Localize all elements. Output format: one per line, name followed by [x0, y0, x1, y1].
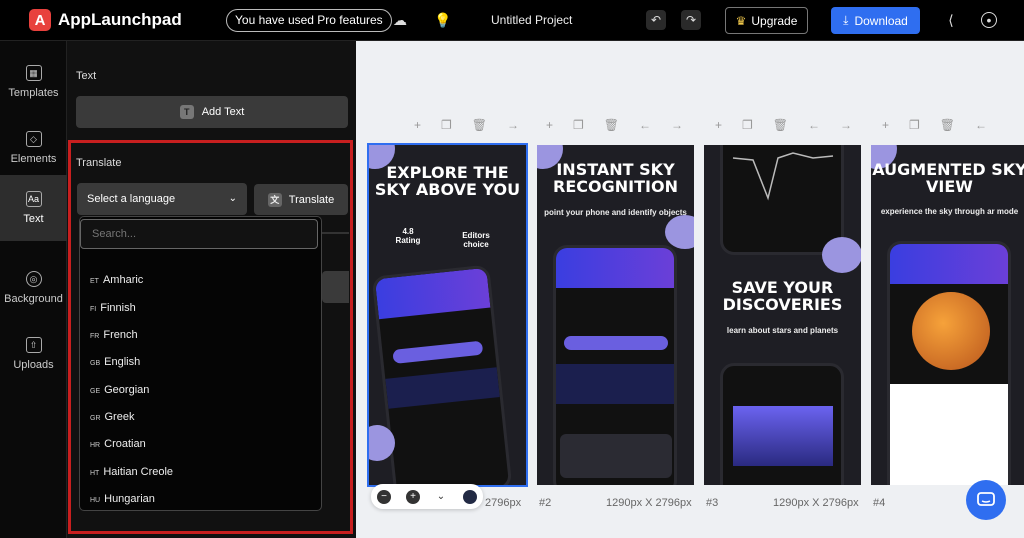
screen-card-4[interactable]: AUGMENTED SKY VIEW experience the sky th…	[871, 145, 1024, 485]
sidebar-item-label: Background	[4, 293, 63, 305]
copy-icon[interactable]: ❐	[742, 118, 753, 132]
screen-subline: experience the sky through ar mode	[880, 207, 1019, 216]
rating-label: Rating	[395, 236, 421, 245]
zoom-in-icon[interactable]: +	[406, 490, 420, 504]
top-bar: A AppLaunchpad You have used Pro feature…	[0, 0, 1024, 41]
lightbulb-icon[interactable]: 💡	[434, 12, 451, 28]
screen-toolbar: + ❐ 🗑 ← →	[546, 118, 683, 132]
trash-icon[interactable]: 🗑	[472, 118, 487, 132]
cloud-sync-icon[interactable]: ☁	[392, 12, 408, 28]
zoom-out-icon[interactable]: −	[377, 490, 391, 504]
sidebar-item-background[interactable]: ◎ Background	[0, 255, 67, 321]
sidebar-item-uploads[interactable]: ⇧ Uploads	[0, 321, 67, 387]
wind-chart-graphic	[732, 152, 834, 201]
phone-mockup	[720, 145, 844, 255]
editors-choice-badge: Editors choice	[462, 231, 490, 249]
decor-blob	[822, 237, 861, 273]
screen-headline: EXPLORE THE SKY ABOVE YOU	[374, 163, 521, 199]
pro-features-badge[interactable]: You have used Pro features	[226, 9, 392, 32]
sidebar-item-label: Elements	[10, 153, 57, 165]
chat-support-button[interactable]	[966, 480, 1006, 520]
arrow-right-icon[interactable]: →	[840, 118, 852, 132]
color-swatch[interactable]	[463, 490, 477, 504]
sidebar-item-templates[interactable]: ▦ Templates	[0, 49, 67, 115]
crown-icon: ♛	[735, 13, 747, 28]
sidebar: ▦ Templates ◇ Elements Aa Text ◎ Backgro…	[0, 41, 67, 538]
add-icon[interactable]: +	[882, 118, 889, 132]
chat-icon	[977, 492, 995, 506]
sidebar-item-elements[interactable]: ◇ Elements	[0, 115, 67, 181]
trash-icon[interactable]: 🗑	[604, 118, 619, 132]
sidebar-item-label: Text	[23, 213, 44, 225]
palette-icon: ◎	[25, 271, 42, 287]
screen-subline: point your phone and identify objects	[544, 208, 687, 217]
undo-icon: ↶	[650, 13, 662, 27]
screen-size-label: 1290px X 2796px	[606, 497, 692, 509]
sidebar-item-label: Uploads	[13, 359, 54, 371]
highlight-frame	[68, 140, 353, 534]
screen-toolbar: + ❐ 🗑 ←	[882, 118, 987, 132]
add-text-button[interactable]: T Add Text	[76, 96, 348, 128]
screen-card-3[interactable]: SAVE YOUR DISCOVERIES learn about stars …	[704, 145, 861, 485]
upload-icon: ⇧	[25, 337, 42, 353]
arrow-left-icon[interactable]: ←	[808, 118, 820, 132]
copy-icon[interactable]: ❐	[573, 118, 584, 132]
arrow-left-icon[interactable]: ←	[639, 118, 651, 132]
screen-headline: INSTANT SKY RECOGNITION	[553, 160, 678, 196]
text-section-heading: Text	[76, 70, 97, 82]
arrow-right-icon[interactable]: →	[507, 118, 519, 132]
phone-mockup	[371, 264, 513, 485]
rating-badge: 4.8 Rating	[385, 227, 431, 245]
user-account-icon[interactable]: •	[981, 12, 997, 28]
app-name: AppLaunchpad	[58, 10, 182, 29]
upgrade-button[interactable]: ♛ Upgrade	[725, 7, 808, 34]
sidebar-item-text[interactable]: Aa Text	[0, 175, 67, 241]
chevrons-down-icon[interactable]: ⌄	[434, 490, 448, 504]
trash-icon[interactable]: 🗑	[940, 118, 955, 132]
upgrade-label: Upgrade	[751, 13, 798, 28]
add-icon[interactable]: +	[715, 118, 722, 132]
screen-headline: AUGMENTED SKY VIEW	[872, 160, 1024, 196]
download-button[interactable]: ⤓ Download	[831, 7, 920, 34]
text-icon: Aa	[25, 191, 42, 207]
zoom-controls: − + ⌄	[371, 484, 483, 509]
add-icon[interactable]: +	[546, 118, 553, 132]
redo-button[interactable]: ↷	[681, 10, 701, 30]
screen-subline: learn about stars and planets	[726, 326, 839, 335]
add-icon[interactable]: +	[414, 118, 421, 132]
download-icon: ⤓	[843, 13, 849, 27]
shapes-icon: ◇	[25, 131, 42, 147]
screen-number: #3	[706, 497, 719, 509]
arrow-left-icon[interactable]: ←	[975, 118, 987, 132]
download-label: Download	[854, 13, 908, 28]
text-icon: T	[179, 105, 194, 119]
screen-size-label: 2796px	[485, 497, 522, 509]
grid-icon: ▦	[25, 65, 42, 81]
add-text-label: Add Text	[201, 106, 245, 118]
project-title[interactable]: Untitled Project	[491, 13, 572, 27]
app-logo[interactable]: A	[29, 9, 51, 31]
copy-icon[interactable]: ❐	[441, 118, 452, 132]
screen-size-label: 1290px X 2796px	[773, 497, 859, 509]
screen-card-1[interactable]: EXPLORE THE SKY ABOVE YOU 4.8 Rating Edi…	[367, 143, 528, 487]
planet-graphic	[912, 292, 990, 370]
share-icon[interactable]: ⟨	[943, 12, 959, 28]
undo-button[interactable]: ↶	[646, 10, 666, 30]
copy-icon[interactable]: ❐	[909, 118, 920, 132]
arrow-right-icon[interactable]: →	[671, 118, 683, 132]
screen-number: #4	[873, 497, 886, 509]
screen-toolbar: + ❐ 🗑 ← →	[715, 118, 852, 132]
phone-mockup	[553, 245, 677, 485]
screen-number: #2	[539, 497, 552, 509]
phone-mockup	[887, 241, 1011, 485]
screen-toolbar: + ❐ 🗑 →	[414, 118, 519, 132]
phone-mockup	[720, 363, 844, 485]
screen-card-2[interactable]: INSTANT SKY RECOGNITION point your phone…	[537, 145, 694, 485]
rating-value: 4.8	[402, 227, 414, 236]
sidebar-item-label: Templates	[8, 87, 59, 99]
redo-icon: ↷	[685, 13, 697, 27]
screen-headline: SAVE YOUR DISCOVERIES	[722, 278, 843, 314]
trash-icon[interactable]: 🗑	[773, 118, 788, 132]
decor-blob	[665, 215, 694, 249]
